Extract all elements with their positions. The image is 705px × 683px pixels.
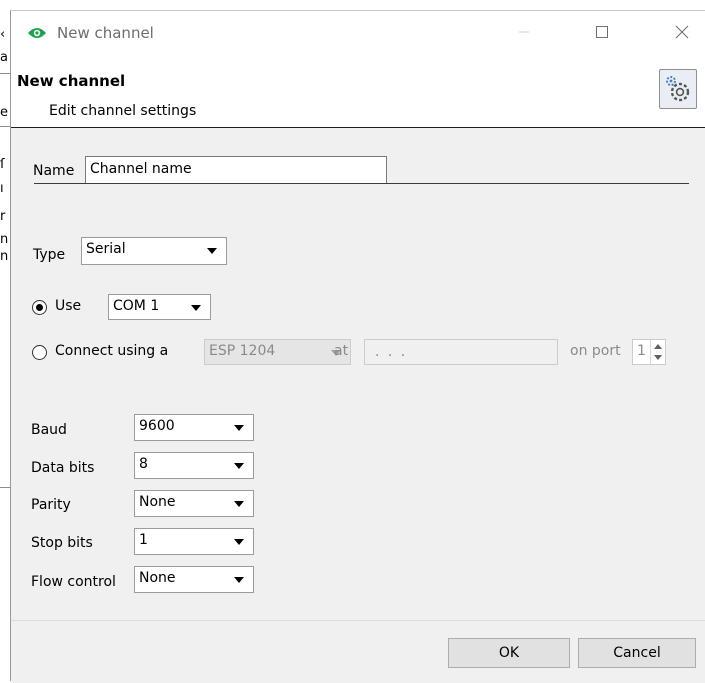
spin-down-icon[interactable] bbox=[654, 355, 662, 360]
baud-select-value: 9600 bbox=[139, 418, 175, 434]
chevron-down-icon bbox=[207, 248, 217, 254]
data-bits-select[interactable]: 8 bbox=[134, 452, 254, 479]
port-spinbox-value: 1 bbox=[637, 343, 646, 359]
eye-icon bbox=[27, 26, 47, 40]
title-bar[interactable]: New channel bbox=[11, 11, 705, 57]
spin-buttons[interactable] bbox=[650, 340, 665, 364]
chevron-down-icon bbox=[191, 305, 201, 311]
at-label: at bbox=[334, 343, 349, 359]
chevron-down-icon bbox=[234, 501, 244, 507]
dialog-header: New channel Edit channel settings bbox=[11, 57, 705, 128]
minimize-button[interactable] bbox=[501, 11, 547, 57]
parity-select[interactable]: None bbox=[134, 490, 254, 517]
ok-button[interactable]: OK bbox=[448, 638, 570, 668]
chevron-down-icon bbox=[234, 539, 244, 545]
chevron-down-icon bbox=[234, 463, 244, 469]
cancel-button[interactable]: Cancel bbox=[578, 638, 696, 668]
name-label: Name bbox=[33, 163, 75, 179]
ip-address-value: . . . bbox=[375, 344, 408, 360]
stop-bits-select-value: 1 bbox=[139, 532, 148, 548]
stop-bits-label: Stop bits bbox=[31, 535, 93, 551]
maximize-button[interactable] bbox=[579, 11, 625, 57]
dialog-footer: OK Cancel bbox=[11, 620, 705, 683]
com-port-select-value: COM 1 bbox=[113, 298, 160, 314]
flow-control-select[interactable]: None bbox=[134, 566, 254, 593]
close-button[interactable] bbox=[659, 11, 705, 57]
connect-using-label[interactable]: Connect using a bbox=[55, 343, 168, 359]
com-port-select[interactable]: COM 1 bbox=[108, 294, 211, 320]
header-subtitle: Edit channel settings bbox=[49, 103, 197, 119]
spin-up-icon[interactable] bbox=[654, 344, 662, 349]
baud-select[interactable]: 9600 bbox=[134, 414, 254, 441]
type-select[interactable]: Serial bbox=[81, 237, 227, 265]
on-port-label: on port bbox=[570, 343, 621, 359]
settings-gear-icon bbox=[659, 69, 697, 109]
baud-label: Baud bbox=[31, 422, 67, 438]
device-select[interactable]: ESP 1204 bbox=[204, 339, 351, 365]
stop-bits-select[interactable]: 1 bbox=[134, 528, 254, 555]
type-select-value: Serial bbox=[86, 241, 126, 257]
new-channel-dialog: New channel New channel Edit channel set… bbox=[10, 10, 705, 683]
maximize-icon bbox=[595, 25, 609, 43]
connect-using-radio[interactable] bbox=[32, 345, 47, 360]
minimize-icon bbox=[518, 26, 530, 42]
chevron-down-icon bbox=[234, 425, 244, 431]
parity-label: Parity bbox=[31, 497, 71, 513]
use-label[interactable]: Use bbox=[55, 298, 81, 314]
header-title: New channel bbox=[17, 72, 126, 90]
use-radio[interactable] bbox=[32, 300, 47, 315]
parity-select-value: None bbox=[139, 494, 176, 510]
device-select-value: ESP 1204 bbox=[209, 343, 276, 359]
name-input[interactable]: Channel name bbox=[85, 156, 387, 184]
data-bits-select-value: 8 bbox=[139, 456, 148, 472]
ip-address-input[interactable]: . . . bbox=[364, 339, 558, 365]
port-spinbox[interactable]: 1 bbox=[632, 339, 666, 365]
flow-control-select-value: None bbox=[139, 570, 176, 586]
flow-control-label: Flow control bbox=[31, 574, 116, 590]
window-title: New channel bbox=[57, 24, 154, 42]
data-bits-label: Data bits bbox=[31, 460, 95, 476]
close-icon bbox=[675, 25, 689, 43]
separator bbox=[34, 183, 689, 184]
type-label: Type bbox=[33, 247, 66, 263]
chevron-down-icon bbox=[234, 577, 244, 583]
